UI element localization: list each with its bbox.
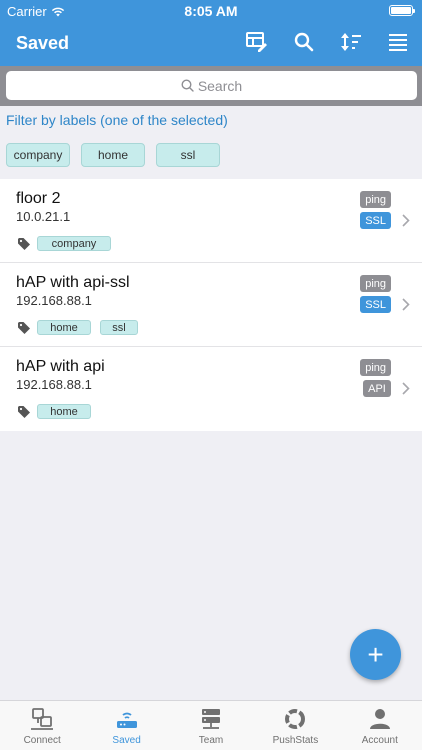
tab-saved[interactable]: Saved xyxy=(84,701,168,750)
device-name: floor 2 xyxy=(16,190,61,207)
ssl-badge: SSL xyxy=(360,212,391,229)
device-badges: ping SSL xyxy=(360,191,391,229)
tag-icon xyxy=(18,321,30,334)
filter-title: Filter by labels (one of the selected) xyxy=(6,112,228,128)
plus-icon: + xyxy=(367,638,384,670)
page-title: Saved xyxy=(16,33,70,53)
menu-icon[interactable] xyxy=(386,30,410,54)
ssl-badge: SSL xyxy=(360,296,391,313)
chevron-right-icon xyxy=(402,382,410,395)
filter-chip-ssl[interactable]: ssl xyxy=(156,143,220,167)
search-field-icon xyxy=(181,79,194,92)
tag-icon xyxy=(18,405,30,418)
tab-bar: Connect Saved Team PushStats Account xyxy=(0,700,422,750)
tag-label: ssl xyxy=(100,320,138,335)
device-badges: ping API xyxy=(360,359,391,397)
tab-team[interactable]: Team xyxy=(169,701,253,750)
api-badge: API xyxy=(363,380,391,397)
chevron-right-icon xyxy=(402,298,410,311)
tab-label: Team xyxy=(198,735,224,746)
tab-account[interactable]: Account xyxy=(338,701,422,750)
header: Carrier 8:05 AM Saved xyxy=(0,0,422,66)
tab-label: Account xyxy=(361,735,398,746)
device-badges: ping SSL xyxy=(360,275,391,313)
status-time: 8:05 AM xyxy=(184,3,238,19)
tab-label: Saved xyxy=(112,735,141,746)
edit-table-icon[interactable] xyxy=(245,30,269,54)
device-ip: 192.168.88.1 xyxy=(16,377,92,392)
tag-label: home xyxy=(37,320,91,335)
ping-badge: ping xyxy=(360,359,391,376)
search-icon[interactable] xyxy=(292,30,316,54)
list-item[interactable]: floor 2 10.0.21.1 company ping SSL xyxy=(0,179,422,263)
device-tags: home xyxy=(18,404,91,419)
device-list: floor 2 10.0.21.1 company ping SSL hAP w… xyxy=(0,179,422,431)
tag-label: company xyxy=(37,236,111,251)
device-name: hAP with api xyxy=(16,358,105,375)
search-input[interactable]: Search xyxy=(6,71,417,100)
search-bar: Search xyxy=(0,66,422,106)
filter-chip-company[interactable]: company xyxy=(6,143,70,167)
team-server-icon xyxy=(202,709,221,729)
device-name: hAP with api-ssl xyxy=(16,274,130,291)
device-ip: 10.0.21.1 xyxy=(16,209,71,224)
device-tags: company xyxy=(18,236,111,251)
ping-badge: ping xyxy=(360,191,391,208)
filter-chips: company home ssl xyxy=(6,143,220,167)
connect-icon xyxy=(31,708,54,730)
chevron-right-icon xyxy=(402,214,410,227)
tab-pushstats[interactable]: PushStats xyxy=(253,701,337,750)
saved-router-icon xyxy=(116,712,137,728)
ping-badge: ping xyxy=(360,275,391,292)
device-tags: home ssl xyxy=(18,320,138,335)
battery-icon xyxy=(389,5,415,16)
list-item[interactable]: hAP with api 192.168.88.1 home ping API xyxy=(0,347,422,431)
tab-connect[interactable]: Connect xyxy=(0,701,84,750)
search-placeholder: Search xyxy=(197,77,243,94)
list-item[interactable]: hAP with api-ssl 192.168.88.1 home ssl p… xyxy=(0,263,422,347)
tag-icon xyxy=(18,237,30,250)
sort-icon[interactable] xyxy=(339,30,363,54)
tag-label: home xyxy=(37,404,91,419)
device-ip: 192.168.88.1 xyxy=(16,293,92,308)
tab-label: Connect xyxy=(23,735,61,746)
tab-label: PushStats xyxy=(272,735,319,746)
pushstats-icon xyxy=(285,709,306,729)
add-device-button[interactable]: + xyxy=(350,629,401,680)
filter-chip-home[interactable]: home xyxy=(81,143,145,167)
status-bar: Carrier 8:05 AM xyxy=(0,0,422,22)
account-icon xyxy=(369,709,390,729)
